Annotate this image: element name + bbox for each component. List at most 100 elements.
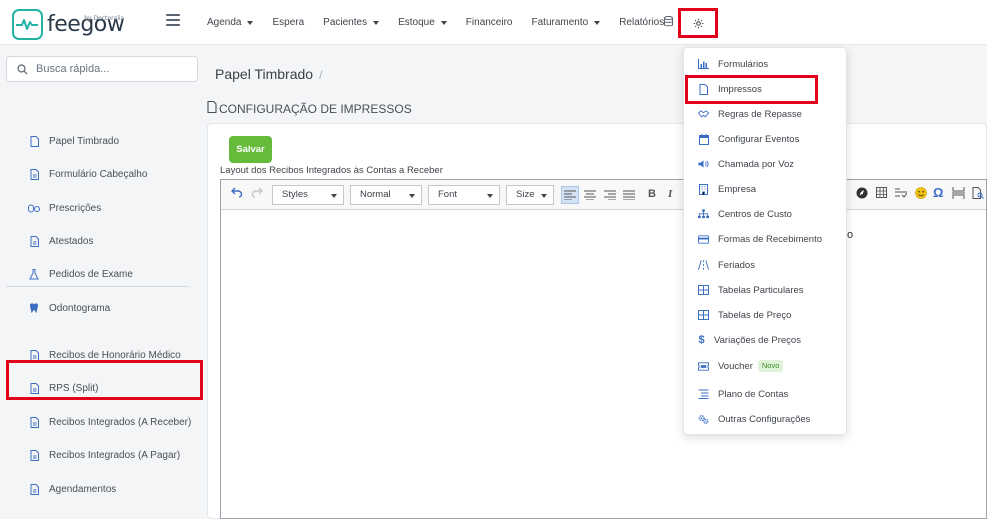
dollar-icon: $	[698, 334, 705, 346]
nav-pacientes[interactable]: Pacientes	[323, 17, 380, 28]
page-title: Papel Timbrado	[215, 66, 314, 82]
menu-item-outras-configuracoes[interactable]: Outras Configurações	[698, 411, 810, 427]
chart-icon	[698, 59, 709, 70]
chevron-down-icon	[331, 194, 337, 198]
document-text-icon	[28, 382, 40, 394]
smiley-icon[interactable]	[915, 187, 927, 202]
menu-item-configurar-eventos[interactable]: Configurar Eventos	[698, 131, 799, 147]
sidebar-item-label: Papel Timbrado	[49, 135, 120, 147]
menu-item-chamada-por-voz[interactable]: Chamada por Voz	[698, 156, 794, 172]
nav-estoque[interactable]: Estoque	[398, 17, 447, 28]
table-icon[interactable]	[876, 187, 887, 201]
chevron-down-icon	[409, 194, 415, 198]
menu-item-formas-de-recebimento[interactable]: Formas de Recebimento	[698, 231, 822, 247]
settings-dropdown-menu: Formulários Impressos Regras de Repasse …	[683, 47, 847, 435]
nav-agenda[interactable]: Agenda	[207, 17, 254, 28]
page-break-icon[interactable]	[952, 187, 965, 202]
align-center-icon[interactable]	[584, 189, 596, 203]
horizontal-rule-icon[interactable]	[895, 187, 908, 201]
menu-item-tabelas-particulares[interactable]: Tabelas Particulares	[698, 282, 804, 298]
menu-item-regras-de-repasse[interactable]: Regras de Repasse	[698, 106, 802, 122]
chevron-down-icon	[373, 20, 380, 25]
rich-text-editor[interactable]: Styles Normal Font Size B I Ω o	[220, 179, 987, 519]
search-box[interactable]	[6, 56, 198, 82]
chevron-down-icon	[247, 20, 254, 25]
heartbeat-icon	[12, 9, 43, 40]
sidebar-item-odontograma[interactable]: Odontograma	[28, 298, 110, 318]
redo-icon[interactable]	[251, 187, 263, 201]
menu-item-centros-de-custo[interactable]: Centros de Custo	[698, 206, 792, 222]
breadcrumb: Papel Timbrado /	[215, 66, 322, 82]
menu-item-variacoes-de-precos[interactable]: $ Variações de Preços	[698, 332, 801, 348]
document-text-icon	[28, 349, 40, 361]
sidebar-item-atestados[interactable]: Atestados	[28, 231, 93, 251]
sidebar-item-papel-timbrado[interactable]: Papel Timbrado	[28, 131, 119, 151]
menu-toggle-icon[interactable]	[166, 14, 180, 26]
search-input[interactable]	[36, 63, 176, 75]
document-text-icon	[28, 168, 40, 180]
chevron-down-icon	[440, 20, 447, 25]
sidebar-item-recibos-integrados-receber[interactable]: Recibos Integrados (A Receber)	[28, 412, 191, 432]
nav-espera[interactable]: Espera	[272, 17, 304, 28]
sidebar-item-formulario-cabecalho[interactable]: Formulário Cabeçalho	[28, 164, 147, 184]
sidebar-item-label: Odontograma	[49, 302, 111, 314]
document-text-icon	[28, 235, 40, 247]
menu-item-feriados[interactable]: Feriados	[698, 257, 755, 273]
sidebar-item-label: Recibos de Honorário Médico	[49, 349, 181, 361]
menu-item-impressos[interactable]: Impressos	[698, 81, 762, 97]
sidebar-item-agendamentos[interactable]: Agendamentos	[28, 479, 116, 499]
top-navbar: by Doctoralia feegow Agenda Espera Pacie…	[0, 0, 987, 45]
size-dropdown[interactable]: Size	[506, 185, 554, 205]
sidebar-item-pedidos-de-exame[interactable]: Pedidos de Exame	[28, 264, 133, 284]
ticket-icon	[698, 361, 709, 372]
special-char-omega-icon[interactable]: Ω	[933, 186, 943, 200]
layout-field-label: Layout dos Recibos Integrados às Contas …	[220, 165, 443, 176]
database-icon[interactable]	[664, 15, 673, 30]
gears-icon	[698, 414, 709, 425]
chevron-down-icon	[487, 194, 493, 198]
align-right-icon[interactable]	[604, 189, 616, 203]
font-dropdown[interactable]: Font	[428, 185, 500, 205]
nav-financeiro[interactable]: Financeiro	[466, 17, 513, 28]
breadcrumb-separator: /	[319, 68, 323, 82]
sidebar-item-recibos-honorario[interactable]: Recibos de Honorário Médico	[28, 345, 181, 365]
menu-item-plano-de-contas[interactable]: Plano de Contas	[698, 386, 788, 402]
brand-tagline: by Doctoralia	[84, 14, 125, 22]
sidebar-item-rps-split[interactable]: RPS (Split)	[28, 378, 98, 398]
menu-item-formularios[interactable]: Formulários	[698, 56, 768, 72]
nav-relatorios[interactable]: Relatórios	[619, 17, 664, 28]
undo-icon[interactable]	[231, 187, 243, 201]
sidebar-item-recibos-integrados-pagar[interactable]: Recibos Integrados (A Pagar)	[28, 445, 180, 465]
menu-item-tabelas-de-preco[interactable]: Tabelas de Preço	[698, 307, 791, 323]
calendar-icon	[698, 133, 709, 145]
align-left-icon[interactable]	[564, 189, 576, 203]
sidebar-item-label: Agendamentos	[49, 483, 117, 495]
sitemap-icon	[698, 209, 709, 220]
sidebar-item-label: RPS (Split)	[49, 382, 99, 394]
align-justify-icon[interactable]	[623, 189, 635, 203]
settings-button[interactable]	[678, 8, 718, 38]
gear-icon	[693, 18, 703, 28]
compass-icon[interactable]	[856, 187, 868, 202]
menu-item-empresa[interactable]: Empresa	[698, 181, 756, 197]
table-icon	[698, 310, 709, 321]
save-button[interactable]: Salvar	[229, 136, 272, 163]
italic-button[interactable]: I	[668, 187, 672, 201]
volume-icon	[698, 159, 709, 170]
editor-content[interactable]: o	[847, 229, 853, 241]
sidebar-item-label: Prescrições	[49, 202, 102, 214]
bold-button[interactable]: B	[648, 187, 656, 201]
format-dropdown[interactable]: Normal	[350, 185, 422, 205]
menu-item-voucher[interactable]: Voucher Novo	[698, 358, 784, 374]
nav-faturamento[interactable]: Faturamento	[532, 17, 601, 28]
styles-dropdown[interactable]: Styles	[272, 185, 344, 205]
preview-icon[interactable]	[972, 187, 984, 202]
chevron-down-icon	[594, 20, 601, 25]
chevron-down-icon	[541, 194, 547, 198]
sidebar-divider	[6, 286, 189, 287]
sidebar-item-prescricoes[interactable]: Prescrições	[28, 198, 101, 218]
flask-icon	[28, 268, 40, 280]
feegow-logo[interactable]: by Doctoralia feegow	[12, 9, 125, 40]
main-nav: Agenda Espera Pacientes Estoque Financei…	[207, 0, 683, 45]
section-header: CONFIGURAÇÃO DE IMPRESSOS	[207, 100, 412, 116]
